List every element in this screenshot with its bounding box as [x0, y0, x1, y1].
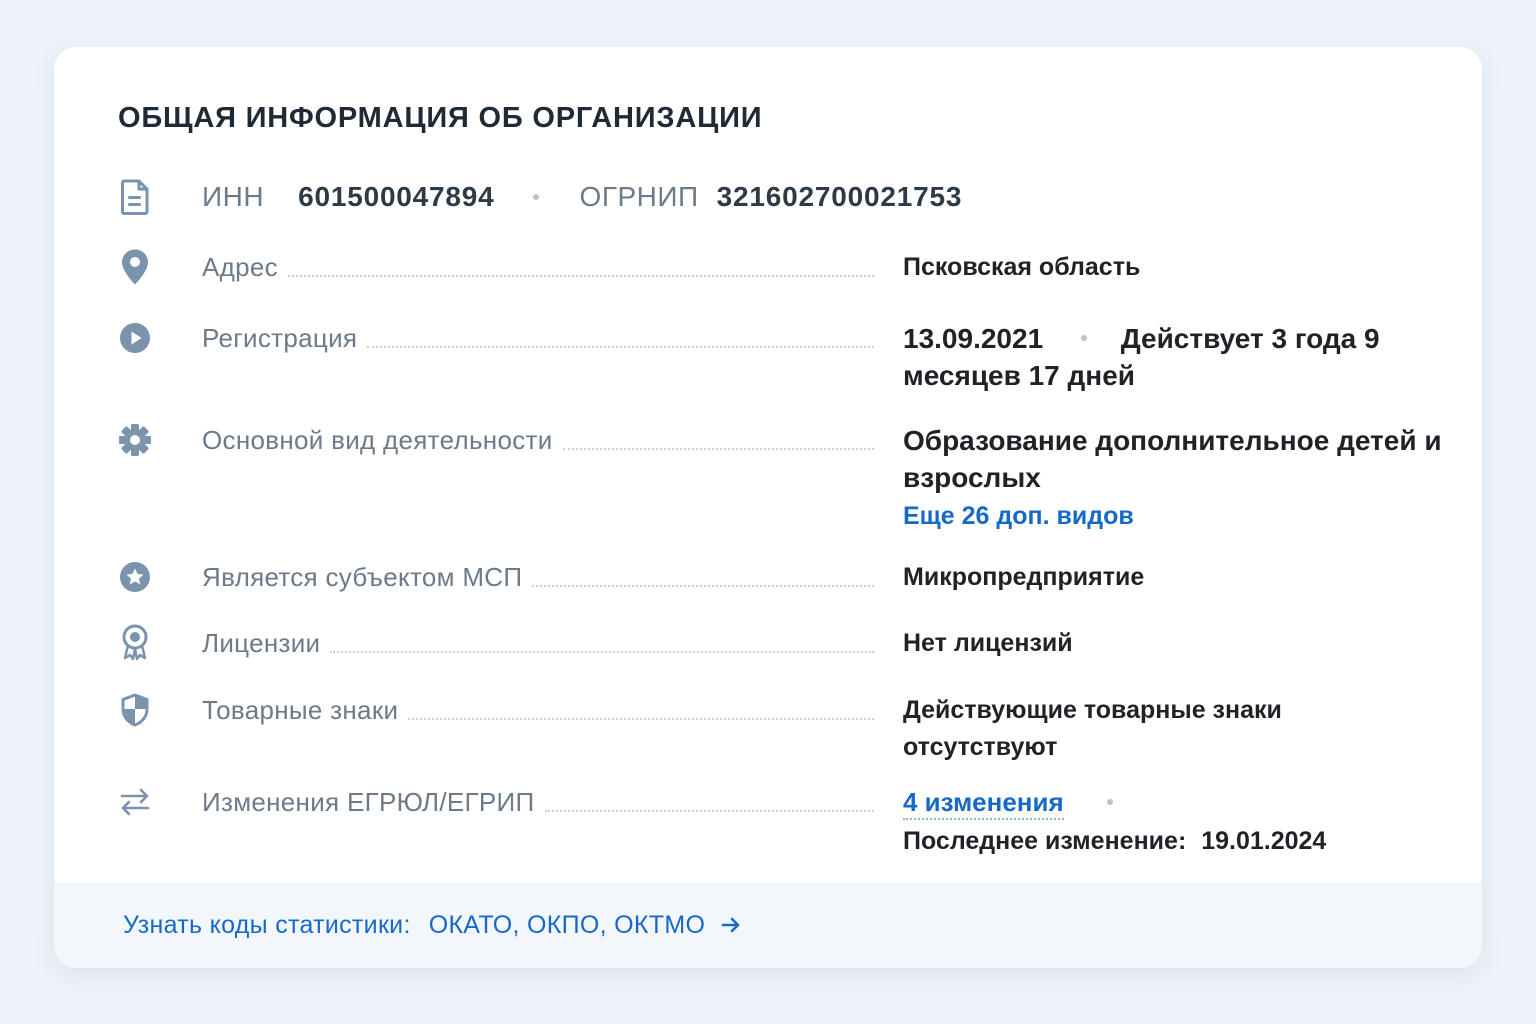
document-icon — [118, 177, 152, 217]
play-circle-icon — [118, 320, 152, 356]
dotted-leader — [544, 810, 874, 812]
trademarks-label: Товарные знаки — [202, 694, 399, 725]
activity-value-block: Образование дополнительное детей и взрос… — [903, 422, 1463, 535]
ogrnip-label: ОГРНИП — [579, 181, 699, 212]
last-change-label: Последнее изменение: — [903, 827, 1187, 855]
star-circle-icon — [118, 559, 152, 595]
dotted-leader — [562, 448, 874, 450]
activity-label: Основной вид деятельности — [202, 424, 553, 455]
organization-info-card: ОБЩАЯ ИНФОРМАЦИЯ ОБ ОРГАНИЗАЦИИ ИНН 6015… — [54, 47, 1482, 968]
dotted-leader — [408, 718, 874, 720]
registration-date: 13.09.2021 — [903, 323, 1044, 354]
activity-value: Образование дополнительное детей и взрос… — [903, 425, 1442, 493]
inn-value[interactable]: 601500047894 — [298, 181, 494, 213]
ogrnip-value[interactable]: 321602700021753 — [717, 181, 963, 213]
section-title: ОБЩАЯ ИНФОРМАЦИЯ ОБ ОРГАНИЗАЦИИ — [118, 102, 763, 134]
shield-icon — [118, 692, 152, 728]
address-value: Псковская область — [903, 253, 1141, 281]
separator-dot — [532, 194, 539, 200]
more-activities-link[interactable]: Еще 26 доп. видов — [903, 498, 1463, 535]
statistics-label: Узнать коды статистики: — [123, 910, 411, 939]
statistics-footer: Узнать коды статистики: ОКАТО, ОКПО, ОКТ… — [54, 882, 1482, 968]
identifiers-row: ИНН 601500047894 ОГРНИП 321602700021753 — [118, 177, 962, 217]
gear-icon — [118, 422, 152, 458]
registration-value: 13.09.2021 Действует 3 года 9 месяцев 17… — [903, 320, 1463, 394]
separator-dot — [1106, 798, 1113, 805]
changes-count-link[interactable]: 4 изменения — [903, 787, 1064, 820]
statistics-codes-link[interactable]: Узнать коды статистики: ОКАТО, ОКПО, ОКТ… — [123, 911, 741, 940]
arrow-right-icon — [721, 916, 741, 934]
award-icon — [118, 624, 152, 661]
address-label: Адрес — [202, 251, 278, 282]
msp-value: Микропредприятие — [903, 563, 1145, 591]
licenses-value: Нет лицензий — [903, 629, 1073, 657]
trademarks-link[interactable]: Действующие товарные знаки отсутствуют — [903, 692, 1323, 766]
registration-label: Регистрация — [202, 322, 358, 353]
dotted-leader — [532, 585, 874, 587]
last-change-date: 19.01.2024 — [1201, 827, 1327, 855]
location-pin-icon — [118, 249, 152, 285]
msp-label: Является субъектом МСП — [202, 561, 523, 592]
swap-arrows-icon — [118, 784, 152, 820]
changes-value-block: 4 изменения Последнее изменение: 19.01.2… — [903, 784, 1463, 860]
licenses-label: Лицензии — [202, 627, 321, 658]
statistics-codes: ОКАТО, ОКПО, ОКТМО — [428, 910, 706, 939]
dotted-leader — [330, 651, 874, 653]
dotted-leader — [367, 346, 874, 348]
separator-dot — [1080, 335, 1087, 342]
dotted-leader — [287, 275, 874, 277]
inn-label: ИНН — [202, 181, 265, 212]
changes-label: Изменения ЕГРЮЛ/ЕГРИП — [202, 786, 535, 817]
